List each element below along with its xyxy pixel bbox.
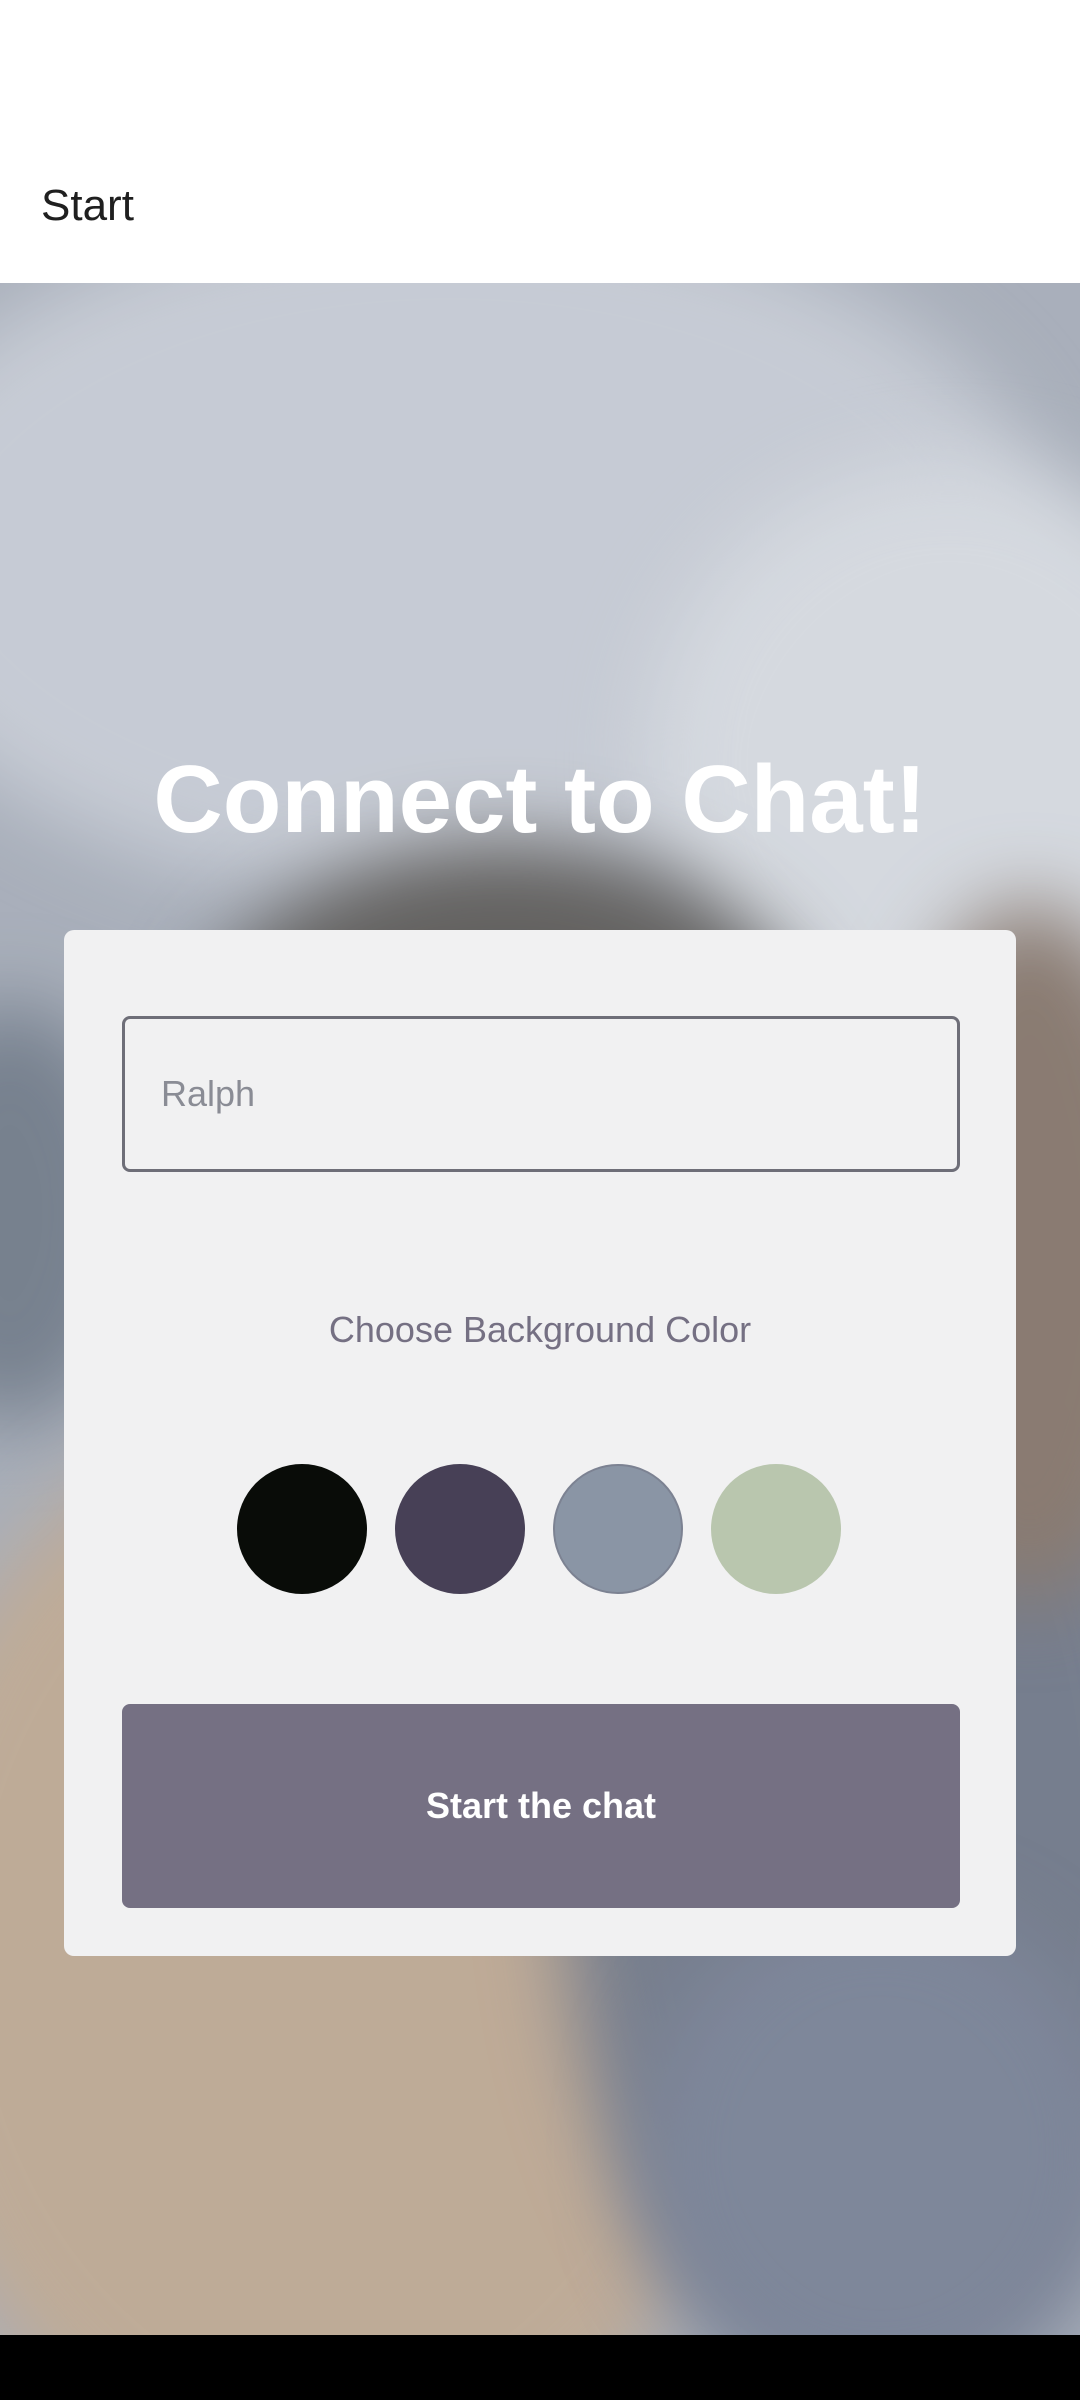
name-input[interactable]	[122, 1016, 960, 1172]
choose-color-label: Choose Background Color	[328, 1309, 752, 1350]
color-option-dark-purple[interactable]	[395, 1464, 525, 1594]
app-header: Start	[0, 0, 1080, 283]
start-form-card: Choose Background Color Start the chat	[64, 930, 1016, 1956]
start-chat-button[interactable]: Start the chat	[122, 1704, 960, 1908]
color-option-black[interactable]	[237, 1464, 367, 1594]
app-screen: Start Connect to Chat! Choose Background…	[0, 0, 1080, 2400]
system-navigation-bar	[0, 2335, 1080, 2400]
color-option-slate-gray[interactable]	[553, 1464, 683, 1594]
color-options	[64, 1464, 1016, 1594]
color-option-sage-green[interactable]	[711, 1464, 841, 1594]
app-title: Connect to Chat!	[153, 746, 927, 853]
header-title: Start	[41, 181, 134, 230]
